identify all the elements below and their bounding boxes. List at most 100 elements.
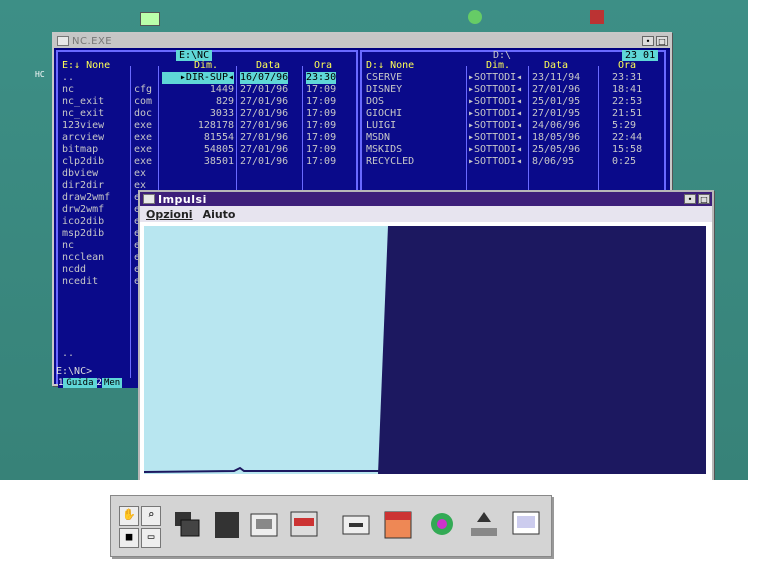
file-date: 27/01/96 [240,84,289,95]
file-row[interactable]: nc_exit com 829 27/01/96 17:09 [58,96,356,108]
file-row[interactable]: 123view exe 128178 27/01/96 17:09 [58,120,356,132]
recycle-icon[interactable] [425,502,459,544]
file-ext: exe [134,156,153,167]
col-header-time: Ora [314,60,333,71]
file-name: 123view [62,120,105,131]
file-time: 17:09 [306,84,337,95]
nc-titlebar[interactable]: NC.EXE • □ [54,34,670,48]
dir-date: 24/06/96 [532,120,581,131]
dir-row[interactable]: MSKIDS ▸SOTTODI◂ 25/05/96 15:58 [362,144,664,156]
magnifier-icon[interactable]: ⌕ [141,506,161,526]
file-row[interactable]: bitmap exe 54805 27/01/96 17:09 [58,144,356,156]
telephone-icon[interactable] [247,502,281,544]
calendar-icon[interactable] [381,502,415,544]
file-ext: com [134,96,153,107]
file-name: dbview [62,168,99,179]
dir-name: RECYCLED [366,156,415,167]
dir-row[interactable]: GIOCHI ▸SOTTODI◂ 27/01/95 21:51 [362,108,664,120]
impulse-graph [144,226,706,474]
file-time: 17:09 [306,108,337,119]
file-row[interactable]: nc_exit doc 3033 27/01/96 17:09 [58,108,356,120]
file-name: msp2dib [62,228,105,239]
file-time: 17:09 [306,96,337,107]
graph-left-fill [144,226,388,474]
window-dark-icon[interactable] [209,502,243,544]
impulsi-title: Impulsi [158,192,207,206]
file-row[interactable]: clp2dib exe 38501 27/01/96 17:09 [58,156,356,168]
dir-size: ▸SOTTODI◂ [468,72,523,83]
file-date: 27/01/96 [240,120,289,131]
dir-row[interactable]: RECYCLED ▸SOTTODI◂ 8/06/95 0:25 [362,156,664,168]
file-date: 27/01/96 [240,108,289,119]
dir-name: MSKIDS [366,144,403,155]
dir-row[interactable]: CSERVE ▸SOTTODI◂ 23/11/94 23:31 [362,72,664,84]
file-date: 27/01/96 [240,156,289,167]
file-name: nc_exit [62,96,105,107]
col-header-time: Ora [618,60,637,71]
dir-row[interactable]: DOS ▸SOTTODI◂ 25/01/95 22:53 [362,96,664,108]
file-row[interactable]: arcview exe 81554 27/01/96 17:09 [58,132,356,144]
dir-name: LUIGI [366,120,397,131]
screen-icon[interactable] [509,502,543,544]
fn-key-2[interactable]: Men [101,378,123,388]
minimize-button[interactable]: • [684,194,696,204]
maximize-button[interactable]: □ [698,194,710,204]
hand-icon[interactable]: ✋ [119,506,139,526]
file-size: 81554 [203,132,234,143]
file-name: clp2dib [62,156,105,167]
impulsi-window[interactable]: Impulsi • □ Opzioni Aiuto [138,190,714,484]
nc-title: NC.EXE [72,35,113,47]
menu-opzioni[interactable]: Opzioni [146,208,193,221]
col-header-size: Dim. [194,60,219,71]
dir-row[interactable]: LUIGI ▸SOTTODI◂ 24/06/96 5:29 [362,120,664,132]
desktop-icon[interactable] [468,10,482,24]
dir-date: 27/01/95 [532,108,581,119]
window-cascade-icon[interactable] [169,502,203,544]
maximize-button[interactable]: □ [656,36,668,46]
clipboard-icon[interactable]: ▭ [141,528,161,548]
menu-aiuto[interactable]: Aiuto [203,208,236,221]
col-header-date: Data [544,60,569,71]
system-menu-icon[interactable] [57,36,69,46]
impulsi-titlebar[interactable]: Impulsi • □ [140,192,712,206]
upload-icon[interactable] [467,502,501,544]
col-header-size: Dim. [486,60,511,71]
dir-row[interactable]: DISNEY ▸SOTTODI◂ 27/01/96 18:41 [362,84,664,96]
file-date: 27/01/96 [240,132,289,143]
monitor-icon[interactable] [287,502,321,544]
file-name: ncdd [62,264,87,275]
dir-size: ▸SOTTODI◂ [468,84,523,95]
dir-name: DOS [366,96,385,107]
file-name: draw2wmf [62,192,111,203]
col-header-name: E:↓ None [62,60,111,71]
system-menu-icon[interactable] [143,194,155,204]
desktop-icon[interactable] [140,12,160,26]
file-ext: exe [134,132,153,143]
desktop-icon[interactable] [590,10,604,24]
file-row[interactable]: .. ▸DIR-SUP◂ 16/07/96 23:30 [58,72,356,84]
file-date: 27/01/96 [240,96,289,107]
file-date: 16/07/96 [240,72,289,84]
dir-row[interactable]: MSDN ▸SOTTODI◂ 18/05/96 22:44 [362,132,664,144]
dir-time: 15:58 [612,144,643,155]
dir-time: 22:44 [612,132,643,143]
desktop-label: HC [35,70,45,79]
dir-time: 18:41 [612,84,643,95]
file-name: nc [62,240,75,251]
dir-size: ▸SOTTODI◂ [468,144,523,155]
chip-icon[interactable]: ■ [119,528,139,548]
file-time: 17:09 [306,144,337,155]
dir-date: 18/05/96 [532,132,581,143]
file-name: bitmap [62,144,99,155]
command-prompt[interactable]: E:\NC> [56,366,92,377]
file-name: nc [62,84,75,95]
file-row[interactable]: nc cfg 1449 27/01/96 17:09 [58,84,356,96]
dir-name: GIOCHI [366,108,403,119]
menubar: Opzioni Aiuto [140,206,712,222]
file-ext: doc [134,108,153,119]
window-plain-icon[interactable] [339,502,373,544]
minimize-button[interactable]: • [642,36,654,46]
file-date: 27/01/96 [240,144,289,155]
file-row[interactable]: dbview ex [58,168,356,180]
fn-key-1[interactable]: Guida [63,378,97,388]
